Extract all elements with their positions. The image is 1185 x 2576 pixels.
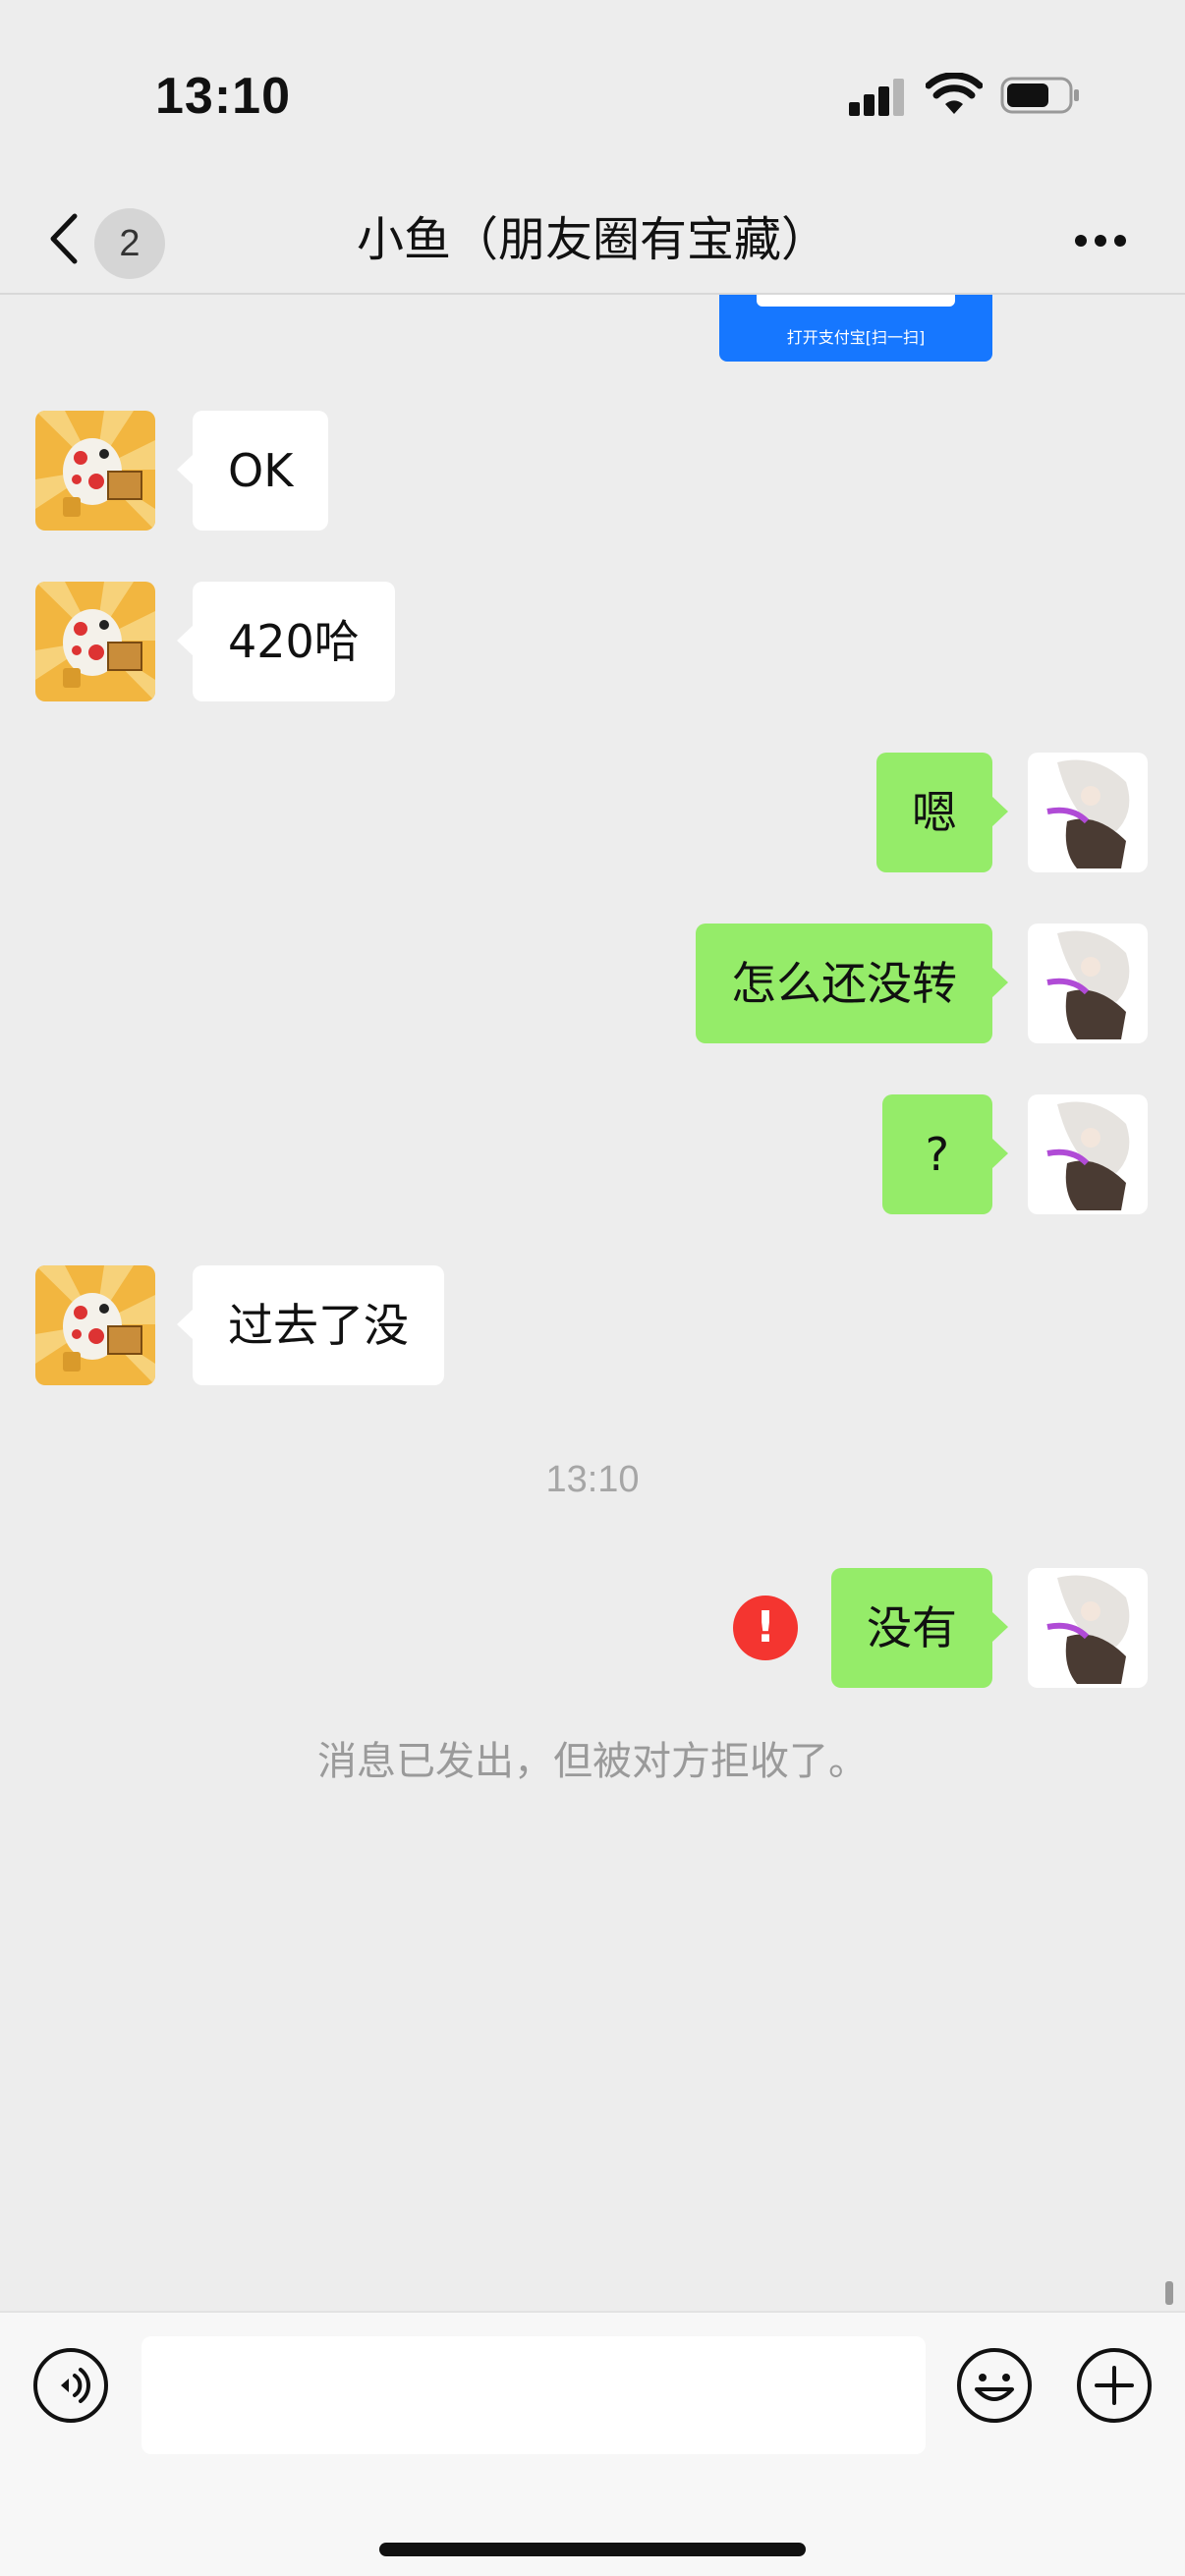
my-avatar[interactable]	[1028, 1094, 1148, 1214]
my-avatar[interactable]	[1028, 753, 1148, 872]
status-time: 13:10	[155, 68, 291, 125]
contact-avatar-image	[35, 411, 155, 531]
my-avatar-image	[1028, 1568, 1148, 1688]
message-bubble-failed[interactable]: 没有	[831, 1568, 1008, 1688]
plus-icon[interactable]	[1075, 2346, 1154, 2425]
message-bubble-outgoing[interactable]: 怎么还没转	[696, 924, 1008, 1043]
wifi-icon	[926, 73, 983, 114]
my-avatar-image	[1028, 924, 1148, 1043]
emoji-icon[interactable]	[955, 2346, 1034, 2425]
home-indicator	[379, 2543, 806, 2556]
message-bubble-incoming[interactable]: 过去了没	[177, 1265, 444, 1385]
scroll-indicator	[1165, 2281, 1173, 2305]
message-bubble-outgoing[interactable]: ?	[881, 1094, 1009, 1214]
message-bubble-outgoing[interactable]: 嗯	[876, 753, 1008, 872]
my-avatar-image	[1028, 1094, 1148, 1214]
contact-avatar[interactable]	[35, 1265, 155, 1385]
qr-card-inner	[757, 295, 955, 307]
status-bar: 13:10	[0, 0, 1185, 187]
input-bar	[0, 2311, 1185, 2576]
my-avatar[interactable]	[1028, 924, 1148, 1043]
message-bubble-incoming[interactable]: 420哈	[177, 582, 395, 701]
rejected-system-note: 消息已发出，但被对方拒收了。	[317, 1739, 868, 1784]
message-timestamp: 13:10	[545, 1459, 640, 1500]
send-failed-icon[interactable]: !	[733, 1596, 798, 1660]
signal-icon	[849, 77, 906, 116]
contact-avatar[interactable]	[35, 582, 155, 701]
chat-header: 2 小鱼（朋友圈有宝藏）	[0, 187, 1185, 295]
contact-avatar-image	[35, 582, 155, 701]
message-bubble-incoming[interactable]: OK	[176, 411, 329, 531]
more-dots-icon[interactable]	[1071, 230, 1130, 252]
my-avatar-image	[1028, 753, 1148, 872]
battery-icon	[1000, 77, 1079, 114]
contact-avatar-image	[35, 1265, 155, 1385]
alipay-card-label: 打开支付宝[扫一扫]	[786, 328, 926, 347]
contact-avatar[interactable]	[35, 411, 155, 531]
alipay-qr-card[interactable]: 打开支付宝[扫一扫]	[719, 295, 992, 362]
message-input[interactable]	[141, 2336, 926, 2454]
my-avatar[interactable]	[1028, 1568, 1148, 1688]
chat-title: 小鱼（朋友圈有宝藏）	[356, 212, 828, 267]
voice-icon[interactable]	[31, 2346, 110, 2425]
